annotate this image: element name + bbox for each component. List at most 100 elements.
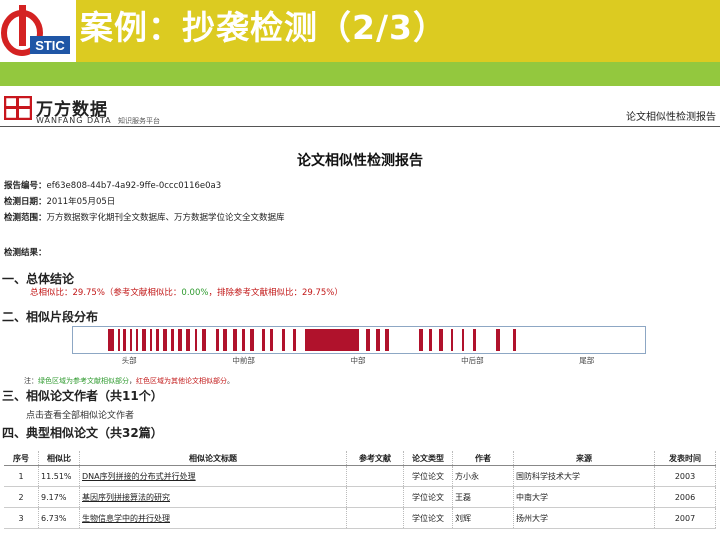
section-similar-authors: 三、相似论文作者（共11个）	[2, 389, 163, 403]
col-header: 相似比	[38, 451, 80, 466]
similar-segment[interactable]	[450, 329, 453, 351]
title-underline-band	[0, 62, 720, 86]
similar-segment[interactable]	[513, 329, 517, 351]
similar-segment[interactable]	[108, 329, 115, 351]
similar-segment[interactable]	[270, 329, 274, 351]
segment-axis-label: 头部	[121, 356, 137, 365]
check-result-label: 检测结果：	[4, 248, 47, 258]
similarity-ratio: 11.51%	[38, 465, 80, 487]
similar-segment[interactable]	[419, 329, 424, 351]
publish-year: 2006	[654, 486, 716, 508]
report-id-value: ef63e808-44b7-4a92-9ffe-0ccc0116e0a3	[46, 181, 222, 191]
similar-segment[interactable]	[171, 329, 174, 351]
row-number: 1	[4, 465, 39, 487]
section-typical-papers: 四、典型相似论文（共32篇）	[2, 426, 163, 440]
row-number: 2	[4, 486, 39, 508]
paper-type: 学位论文	[403, 507, 453, 529]
similarity-excl: ，排除参考文献相似比：29.75%）	[208, 288, 343, 298]
check-scope-label: 检测范围：	[4, 213, 47, 223]
reference-cell	[346, 465, 404, 487]
paper-author: 刘辉	[452, 507, 514, 529]
similar-segment[interactable]	[135, 329, 139, 351]
header-divider	[0, 126, 720, 127]
brand-name-en: WANFANG DATA	[36, 116, 112, 125]
similar-segment[interactable]	[216, 329, 219, 351]
similar-segment[interactable]	[439, 329, 443, 351]
similar-segment[interactable]	[428, 329, 433, 351]
similar-segment[interactable]	[293, 329, 297, 351]
similar-segment[interactable]	[194, 329, 198, 351]
paper-author: 方小永	[452, 465, 514, 487]
publish-year: 2007	[654, 507, 716, 529]
legend-sep: ，	[129, 377, 136, 385]
segment-axis-label: 尾部	[579, 356, 595, 365]
similar-segment[interactable]	[250, 329, 254, 351]
paper-source: 国防科学技术大学	[513, 465, 655, 487]
table-row: 2 9.17% 基因序列拼接算法的研究 学位论文 王磊 中南大学 2006	[4, 486, 716, 508]
similar-segment[interactable]	[202, 329, 206, 351]
istic-logo-icon: STIC	[1, 5, 70, 56]
report-title: 论文相似性检测报告	[297, 153, 423, 169]
legend-red: 红色区域为其他论文相似部分	[136, 377, 227, 385]
report-id-line: 报告编号：ef63e808-44b7-4a92-9ffe-0ccc0116e0a…	[4, 179, 221, 191]
section-overall-conclusion: 一、总体结论	[2, 272, 75, 286]
istic-logo: STIC	[0, 0, 76, 62]
similar-segment[interactable]	[461, 329, 465, 351]
paper-type: 学位论文	[403, 465, 453, 487]
col-header: 来源	[513, 451, 655, 466]
similar-segment[interactable]	[376, 329, 380, 351]
similar-segment[interactable]	[178, 329, 182, 351]
view-all-authors-link[interactable]: 点击查看全部相似论文作者	[26, 408, 134, 421]
table-row: 3 6.73% 生物信息学中的并行处理 学位论文 刘辉 扬州大学 2007	[4, 507, 716, 529]
publish-year: 2003	[654, 465, 716, 487]
segment-axis-label: 中前部	[232, 356, 255, 365]
section-fragment-distribution: 二、相似片段分布	[2, 310, 99, 324]
paper-type: 学位论文	[403, 486, 453, 508]
similar-segment[interactable]	[242, 329, 245, 351]
paper-title-link[interactable]: 生物信息学中的并行处理	[79, 507, 347, 529]
col-header: 论文类型	[403, 451, 453, 466]
similar-segment[interactable]	[117, 329, 120, 351]
report-page: 万方数据 WANFANG DATA 知识服务平台 论文相似性检测报告 论文相似性…	[0, 86, 720, 540]
check-date-value: 2011年05月05日	[46, 197, 116, 207]
similar-segment[interactable]	[186, 329, 190, 351]
similar-segment[interactable]	[304, 329, 359, 351]
similar-segment[interactable]	[222, 329, 228, 351]
similarity-ratio: 9.17%	[38, 486, 80, 508]
similar-segment[interactable]	[365, 329, 371, 351]
similarity-summary: 总相似比：29.75%（参考文献相似比：0.00%，排除参考文献相似比：29.7…	[30, 286, 343, 298]
similar-segment[interactable]	[130, 329, 133, 351]
similar-segment[interactable]	[149, 329, 152, 351]
legend-green: 绿色区域为参考文献相似部分	[38, 377, 129, 385]
similar-segment[interactable]	[281, 329, 286, 351]
check-date-label: 检测日期：	[4, 197, 47, 207]
col-header: 相似论文标题	[79, 451, 347, 466]
color-legend: 注：绿色区域为参考文献相似部分，红色区域为其他论文相似部分。	[24, 376, 234, 386]
wanfang-logo-icon	[3, 95, 33, 124]
similar-segment[interactable]	[473, 329, 477, 351]
similar-segment[interactable]	[123, 329, 127, 351]
similar-segment[interactable]	[155, 329, 159, 351]
reference-cell	[346, 507, 404, 529]
row-number: 3	[4, 507, 39, 529]
similar-segment[interactable]	[384, 329, 389, 351]
similar-segment[interactable]	[496, 329, 500, 351]
check-scope-line: 检测范围：万方数据数字化期刊全文数据库、万方数据学位论文全文数据库	[4, 211, 285, 223]
paper-title-link[interactable]: DNA序列拼接的分布式并行处理	[79, 465, 347, 487]
segment-axis-labels: 头部 中前部 中部 中后部 尾部	[72, 355, 644, 367]
slide-header: STIC 案例：抄袭检测（2/3）	[0, 0, 720, 62]
similar-segment[interactable]	[163, 329, 168, 351]
check-scope-value: 万方数据数字化期刊全文数据库、万方数据学位论文全文数据库	[46, 213, 285, 223]
similar-segment[interactable]	[233, 329, 237, 351]
similar-papers-table: 序号 相似比 相似论文标题 参考文献 论文类型 作者 来源 发表时间 1 11.5…	[4, 451, 716, 529]
similar-segment[interactable]	[141, 329, 146, 351]
report-id-label: 报告编号：	[4, 181, 47, 191]
similar-segment[interactable]	[261, 329, 266, 351]
paper-author: 王磊	[452, 486, 514, 508]
paper-title-link[interactable]: 基因序列拼接算法的研究	[79, 486, 347, 508]
report-header-title: 论文相似性检测报告	[626, 112, 716, 123]
similarity-segment-bar	[72, 326, 646, 354]
legend-prefix: 注：	[24, 377, 38, 385]
slide-title: 案例：抄袭检测（2/3）	[80, 8, 447, 47]
paper-source: 扬州大学	[513, 507, 655, 529]
